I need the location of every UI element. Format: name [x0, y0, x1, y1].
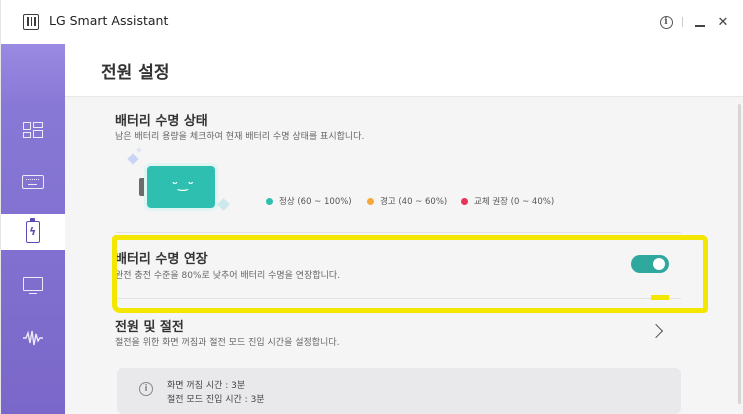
- sparkle-icon: [217, 198, 230, 211]
- screen-off-time: 화면 꺼짐 시간 : 3분: [167, 381, 246, 391]
- titlebar-divider: [682, 17, 683, 27]
- battery-status-title: 배터리 수명 상태: [115, 114, 208, 129]
- legend-label: 경고 (40 ~ 60%): [380, 197, 448, 207]
- sleep-mode-time: 절전 모드 진입 시간 : 3분: [167, 395, 265, 405]
- app-window: LG Smart Assistant i ✕ ϟ 전원 설정 배터리 수명 상태…: [0, 0, 743, 414]
- app-logo-icon: [23, 14, 39, 30]
- info-button[interactable]: i: [655, 11, 677, 33]
- scrollbar[interactable]: [738, 104, 741, 404]
- legend-label: 교체 권장 (0 ~ 40%): [474, 197, 555, 207]
- sidebar-header: [1, 44, 65, 104]
- highlight-annotation: [112, 235, 708, 313]
- battery-face-icon: ᵕ‿ᵕ: [172, 177, 194, 191]
- keyboard-icon: [22, 175, 44, 189]
- main-content: 전원 설정: [65, 44, 743, 414]
- battery-body: ᵕ‿ᵕ: [147, 166, 215, 208]
- legend-dot-warning: [367, 197, 374, 205]
- battery-status-description: 남은 배터리 용량을 체크하여 현재 배터리 수명 상태를 표시합니다.: [115, 132, 365, 142]
- legend-dot-replace: [461, 197, 468, 205]
- power-sleep-title[interactable]: 전원 및 절전: [115, 316, 184, 335]
- close-button[interactable]: ✕: [712, 11, 734, 33]
- app-title: LG Smart Assistant: [49, 13, 169, 28]
- legend-warning: 경고 (40 ~ 60%): [367, 195, 447, 207]
- power-sleep-description: 절전을 위한 화면 꺼짐과 절전 모드 진입 시간을 설정합니다.: [115, 338, 340, 348]
- title-bar: LG Smart Assistant i ✕: [1, 0, 743, 44]
- battery-charge-icon: ϟ: [26, 218, 40, 243]
- section-divider: [115, 232, 681, 233]
- sidebar-item-power[interactable]: ϟ: [1, 214, 65, 250]
- sidebar-item-dashboard[interactable]: [13, 112, 53, 148]
- sidebar-item-sound[interactable]: [13, 320, 53, 356]
- close-icon: ✕: [717, 14, 729, 30]
- page-title: 전원 설정: [101, 63, 170, 83]
- power-sleep-info-box: i 화면 꺼짐 시간 : 3분 절전 모드 진입 시간 : 3분: [117, 368, 681, 414]
- legend-normal: 정상 (60 ~ 100%): [266, 195, 352, 207]
- legend-replace: 교체 권장 (0 ~ 40%): [461, 195, 554, 207]
- sidebar-item-keyboard[interactable]: [13, 164, 53, 200]
- battery-terminal: [139, 178, 146, 196]
- highlight-annotation-mark: [651, 292, 669, 300]
- minimize-button[interactable]: [689, 11, 711, 33]
- dashboard-icon: [23, 122, 43, 138]
- info-circle-icon: i: [139, 382, 153, 396]
- legend-label: 정상 (60 ~ 100%): [279, 197, 352, 207]
- sidebar: ϟ: [1, 44, 65, 414]
- battery-illustration: ᵕ‿ᵕ: [127, 147, 251, 222]
- legend-dot-normal: [266, 197, 273, 205]
- audio-wave-icon: [22, 330, 44, 346]
- monitor-icon: [23, 277, 43, 295]
- info-icon: i: [659, 15, 673, 29]
- minimize-icon: [695, 25, 705, 27]
- sidebar-item-display[interactable]: [13, 266, 53, 302]
